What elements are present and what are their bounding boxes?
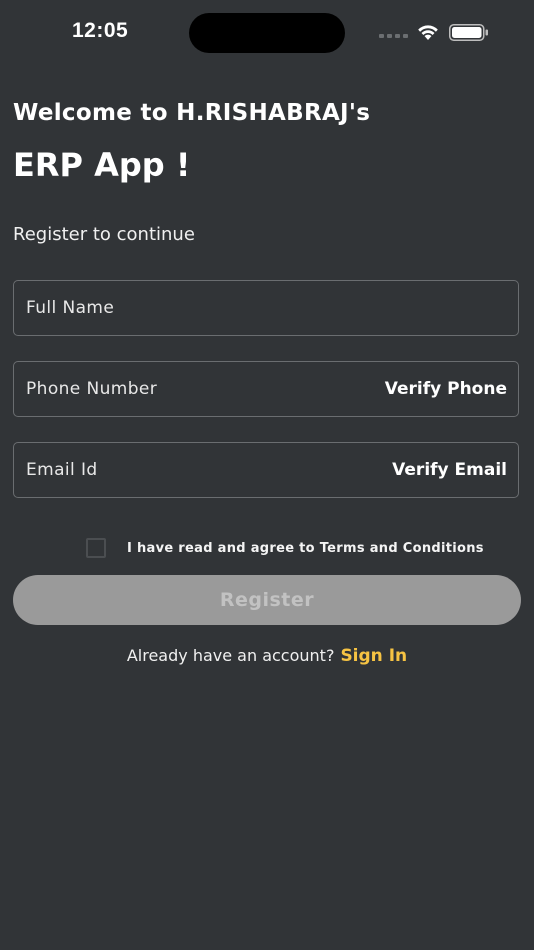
signin-question: Already have an account? xyxy=(126,646,335,665)
status-bar: 12:05 xyxy=(0,0,534,64)
signin-row: Already have an account? Sign In xyxy=(0,646,534,666)
page-subtitle: Register to continue xyxy=(13,224,195,245)
terms-checkbox[interactable] xyxy=(86,538,106,558)
terms-label[interactable]: I have read and agree to Terms and Condi… xyxy=(127,541,484,556)
phone-number-placeholder: Phone Number xyxy=(26,379,158,399)
terms-row: I have read and agree to Terms and Condi… xyxy=(86,538,484,558)
sign-in-link[interactable]: Sign In xyxy=(340,646,407,666)
full-name-field[interactable]: Full Name xyxy=(13,280,519,336)
status-time: 12:05 xyxy=(72,19,129,42)
full-name-placeholder: Full Name xyxy=(26,298,115,318)
battery-icon xyxy=(449,24,488,41)
register-button[interactable]: Register xyxy=(13,575,521,625)
verify-phone-button[interactable]: Verify Phone xyxy=(385,379,507,399)
dynamic-island xyxy=(189,13,345,53)
phone-number-field[interactable]: Phone Number Verify Phone xyxy=(13,361,519,417)
page-title: ERP App ! xyxy=(13,146,191,184)
signal-icon xyxy=(379,34,408,38)
verify-email-button[interactable]: Verify Email xyxy=(392,460,507,480)
wifi-icon xyxy=(418,25,438,40)
email-placeholder: Email Id xyxy=(26,460,98,480)
welcome-heading: Welcome to H.RISHABRAJ's xyxy=(13,100,371,126)
email-field[interactable]: Email Id Verify Email xyxy=(13,442,519,498)
